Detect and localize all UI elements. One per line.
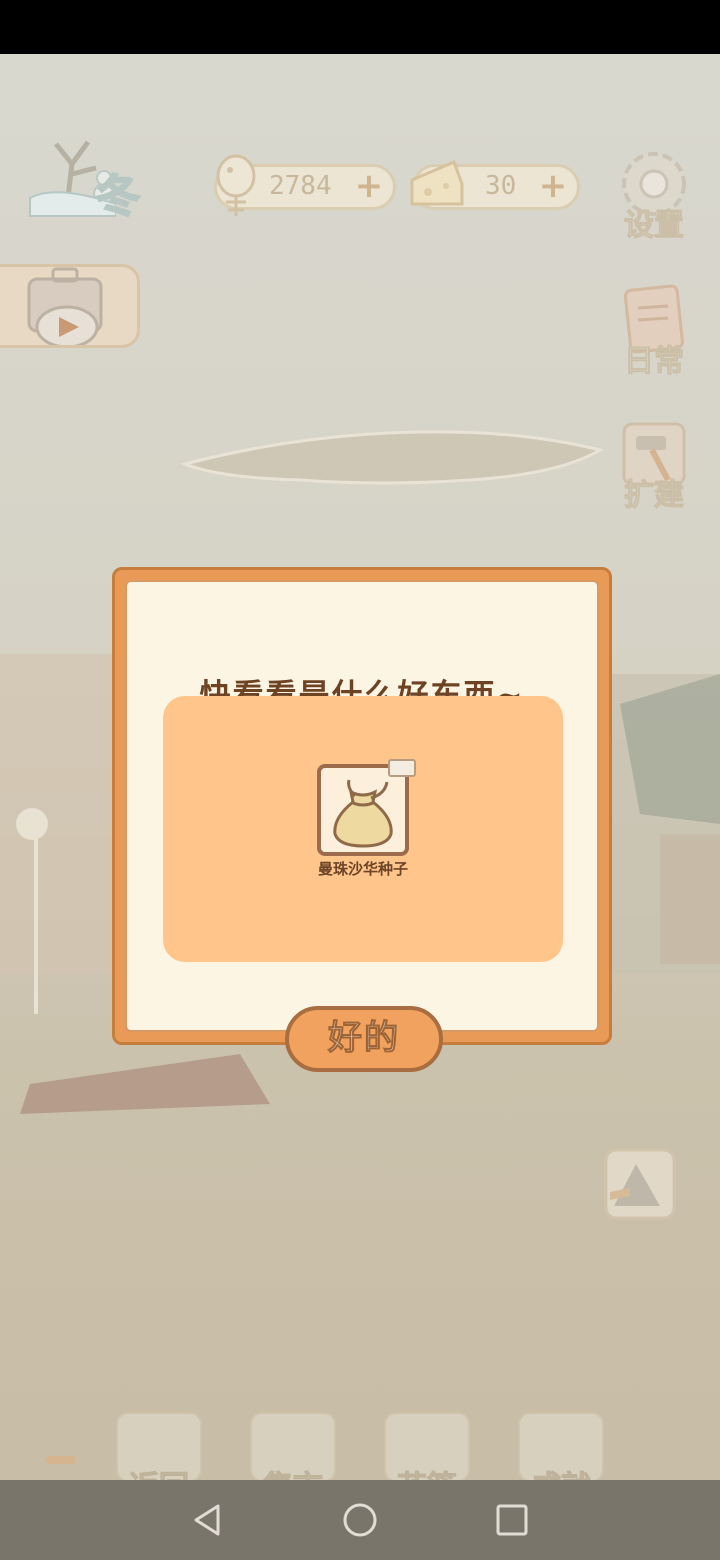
tag-icon [388, 759, 416, 777]
cheese-icon [410, 159, 464, 206]
cheese-count: 30 [485, 171, 517, 201]
collapse-toolbar-button[interactable] [46, 1456, 76, 1464]
dialog-panel: 快看看是什么好东西~ 曼珠沙华种子 [125, 580, 599, 1032]
map-button[interactable] [598, 1146, 682, 1226]
reward-dialog: 快看看是什么好东西~ 曼珠沙华种子 好的 [112, 567, 612, 1072]
video-reward-button[interactable] [0, 264, 140, 348]
reward-area: 曼珠沙华种子 [163, 696, 563, 962]
expand-button[interactable]: 扩建 [612, 416, 696, 514]
fish-count: 2784 [269, 171, 332, 201]
expand-label: 扩建 [624, 478, 685, 514]
ok-button-label: 好的 [328, 1018, 400, 1059]
briefcase-play-icon [27, 267, 103, 345]
reward-item-name: 曼珠沙华种子 [317, 860, 408, 878]
ok-button[interactable]: 好的 [285, 1006, 443, 1072]
back-icon[interactable] [188, 1500, 228, 1540]
seed-bag-icon [333, 779, 393, 848]
home-icon[interactable] [340, 1500, 380, 1540]
daily-label: 日常 [624, 344, 685, 380]
fish-bone-icon [216, 154, 256, 216]
status-bar [0, 0, 720, 54]
mountain-sign-icon [604, 1148, 676, 1220]
daily-button[interactable]: 日常 [612, 282, 696, 380]
add-fish-button[interactable]: + [353, 169, 385, 203]
settings-button[interactable]: 设置 [612, 146, 696, 244]
add-cheese-button[interactable]: + [537, 169, 569, 203]
recents-icon[interactable] [492, 1500, 532, 1540]
settings-label: 设置 [624, 208, 685, 244]
season-label: 冬 [95, 170, 141, 223]
